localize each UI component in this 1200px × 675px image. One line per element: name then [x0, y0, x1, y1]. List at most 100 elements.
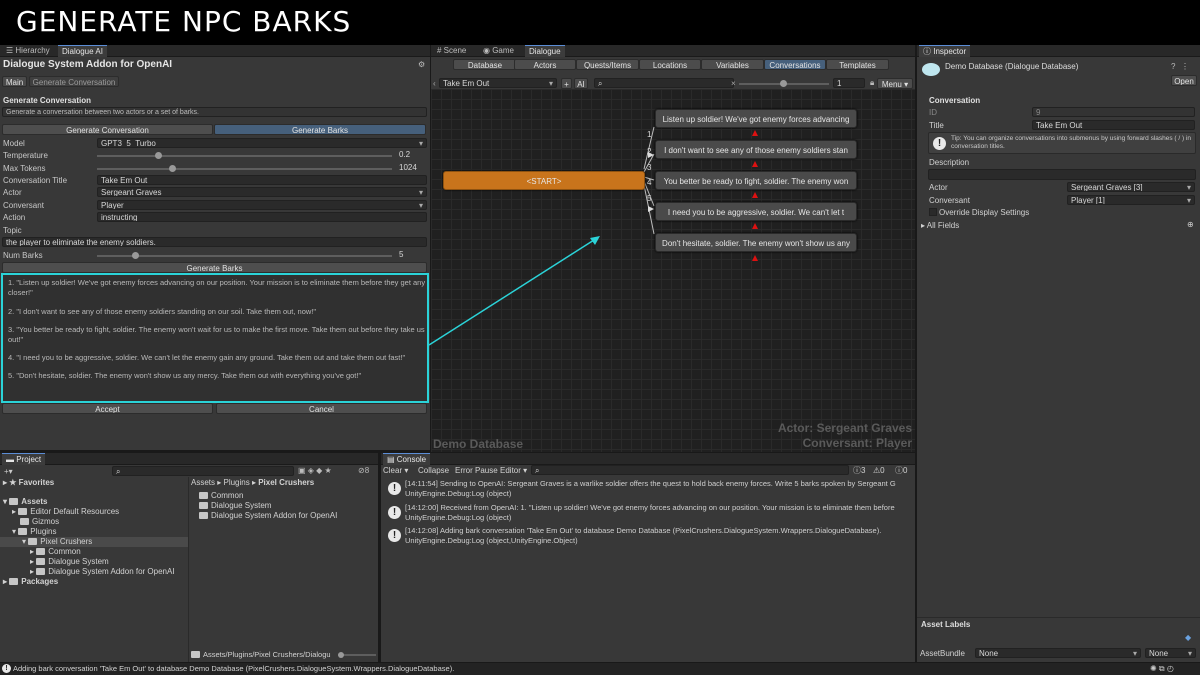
conversant-dropdown[interactable]: Player: [97, 200, 427, 210]
file-dialogue-system[interactable]: Dialogue System: [199, 501, 271, 511]
override-checkbox[interactable]: [929, 208, 937, 216]
open-button[interactable]: Open: [1171, 75, 1197, 86]
tree-packages[interactable]: ▸ Packages: [3, 577, 58, 587]
settings-icon[interactable]: ⋮: [1181, 61, 1189, 72]
breadcrumb[interactable]: Assets ▸ Plugins ▸ Pixel Crushers: [191, 478, 314, 488]
console-search-input[interactable]: ⌕: [531, 465, 849, 475]
inspector-actor-dropdown[interactable]: Sergeant Graves [3]: [1067, 182, 1195, 192]
status-icons[interactable]: ✺ ⧉ ◴: [1150, 663, 1174, 674]
add-field-icon[interactable]: ⊕: [1187, 219, 1194, 230]
topic-input[interactable]: the player to eliminate the enemy soldie…: [2, 237, 427, 247]
num-barks-field[interactable]: 5: [396, 250, 427, 260]
menu-button[interactable]: Menu ▾: [877, 78, 913, 89]
temperature-field[interactable]: 0.2: [396, 150, 427, 160]
generate-barks-mode-button[interactable]: Generate Barks: [214, 124, 426, 135]
max-tokens-slider-knob[interactable]: [169, 165, 176, 172]
subtab-variables[interactable]: Variables: [701, 59, 764, 70]
bark-node[interactable]: You better be ready to fight, soldier. T…: [655, 171, 857, 190]
description-input[interactable]: [928, 169, 1196, 180]
model-dropdown[interactable]: GPT3_5_Turbo: [97, 138, 427, 148]
barks-output-area[interactable]: 1. "Listen up soldier! We've got enemy f…: [1, 273, 429, 403]
tree-common[interactable]: ▸ Common: [30, 547, 81, 557]
inspector-conversant-dropdown[interactable]: Player [1]: [1067, 195, 1195, 205]
icon-size-slider[interactable]: [338, 652, 376, 658]
status-message[interactable]: Adding bark conversation 'Take Em Out' t…: [13, 664, 454, 675]
start-node[interactable]: <START>: [443, 171, 645, 190]
generate-barks-button[interactable]: Generate Barks: [2, 262, 427, 273]
hidden-count[interactable]: ⊘8: [358, 465, 369, 476]
subtab-quests-items[interactable]: Quests/Items: [576, 59, 639, 70]
tab-scene[interactable]: # Scene: [433, 45, 470, 57]
conversation-title-input[interactable]: Take Em Out: [97, 175, 427, 185]
console-clear-button[interactable]: Clear ▾: [383, 465, 408, 476]
tree-editor-default-resources[interactable]: ▸ Editor Default Resources: [12, 507, 119, 517]
filter-icons[interactable]: ▣ ◈ ◆ ★: [298, 465, 332, 476]
accept-button[interactable]: Accept: [2, 403, 213, 414]
label-tag-icon[interactable]: ◆: [1185, 632, 1191, 643]
actor-dropdown[interactable]: Sergeant Graves: [97, 187, 427, 197]
max-tokens-field[interactable]: 1024: [396, 163, 427, 173]
gear-icon[interactable]: ⚙: [418, 59, 425, 70]
num-barks-slider-knob[interactable]: [131, 252, 139, 259]
create-button[interactable]: +▾: [4, 466, 13, 477]
icon-size-slider-knob[interactable]: [338, 652, 344, 658]
all-fields-foldout[interactable]: ▸ All Fields: [921, 220, 959, 231]
lock-icon[interactable]: 🔒︎: [870, 77, 874, 88]
log-entry[interactable]: [14:11:54] Sending to OpenAI: Sergeant G…: [405, 479, 915, 499]
bark-node[interactable]: Listen up soldier! We've got enemy force…: [655, 109, 857, 128]
subtab-conversations[interactable]: Conversations: [764, 59, 826, 70]
subtab-main[interactable]: Main: [2, 76, 27, 87]
zoom-field[interactable]: 1: [833, 78, 865, 88]
log-entry[interactable]: [14:12:00] Received from OpenAI: 1. "Lis…: [405, 503, 915, 523]
asset-bundle-dropdown[interactable]: None: [975, 648, 1141, 658]
subtab-locations[interactable]: Locations: [639, 59, 701, 70]
conversation-select[interactable]: Take Em Out: [439, 78, 557, 88]
tree-plugins[interactable]: ▾ Plugins: [12, 527, 57, 537]
console-editor-dropdown[interactable]: Editor ▾: [500, 465, 527, 476]
generate-conversation-mode-button[interactable]: Generate Conversation: [2, 124, 213, 135]
tab-dialogue-ai[interactable]: Dialogue AI: [58, 45, 107, 57]
console-collapse-button[interactable]: Collapse: [418, 465, 449, 476]
dialogue-graph-canvas[interactable]: <START> 1 2 3 4 5 Listen up soldier! We'…: [431, 89, 915, 452]
project-search-input[interactable]: ⌕: [112, 466, 294, 476]
console-error-pause-button[interactable]: Error Pause: [455, 465, 498, 476]
tab-inspector[interactable]: ⓘ Inspector: [919, 45, 971, 57]
log-count[interactable]: ⓘ3: [853, 465, 865, 476]
favorites-item[interactable]: ▸ ★ Favorites: [3, 478, 54, 488]
node-search-input[interactable]: ⌕: [594, 78, 734, 88]
warning-count[interactable]: ⚠0: [873, 465, 885, 476]
zoom-slider[interactable]: [739, 78, 829, 89]
temperature-slider[interactable]: [97, 150, 392, 161]
add-conversation-button[interactable]: +: [561, 78, 572, 89]
tab-game[interactable]: ◉ Game: [479, 45, 518, 57]
tree-assets[interactable]: ▾ Assets: [3, 497, 48, 507]
subtab-database[interactable]: Database: [453, 59, 517, 70]
bark-node[interactable]: I don't want to see any of those enemy s…: [655, 140, 857, 159]
bark-node[interactable]: Don't hesitate, soldier. The enemy won't…: [655, 233, 857, 252]
max-tokens-slider[interactable]: [97, 163, 392, 174]
num-barks-slider[interactable]: [97, 250, 392, 261]
file-dialogue-system-addon[interactable]: Dialogue System Addon for OpenAI: [199, 511, 337, 521]
tab-dialogue[interactable]: Dialogue: [525, 45, 565, 57]
file-common[interactable]: Common: [199, 491, 243, 501]
ai-button[interactable]: AI: [574, 78, 588, 89]
tree-dialogue-system[interactable]: ▸ Dialogue System: [30, 557, 109, 567]
error-count[interactable]: ⓘ0: [895, 465, 907, 476]
temperature-slider-knob[interactable]: [154, 152, 162, 159]
tree-dialogue-system-addon[interactable]: ▸ Dialogue System Addon for OpenAI: [30, 567, 175, 577]
bark-node[interactable]: I need you to be aggressive, soldier. We…: [655, 202, 857, 221]
tree-pixel-crushers[interactable]: ▾ Pixel Crushers: [0, 537, 188, 547]
chevron-left-icon[interactable]: ‹: [433, 78, 436, 89]
cancel-button[interactable]: Cancel: [216, 403, 427, 414]
help-icon[interactable]: ?: [1171, 61, 1175, 72]
subtab-templates[interactable]: Templates: [826, 59, 889, 70]
title-input[interactable]: Take Em Out: [1032, 120, 1195, 130]
tab-project[interactable]: ▬ Project: [2, 453, 46, 465]
log-entry[interactable]: [14:12:08] Adding bark conversation 'Tak…: [405, 526, 915, 546]
zoom-slider-knob[interactable]: [780, 80, 787, 87]
clear-search-icon[interactable]: ×: [731, 78, 736, 89]
action-input[interactable]: instructing: [97, 212, 427, 222]
subtab-actors[interactable]: Actors: [514, 59, 576, 70]
tree-gizmos[interactable]: Gizmos: [20, 517, 59, 527]
tab-console[interactable]: ▤ Console: [383, 453, 431, 465]
